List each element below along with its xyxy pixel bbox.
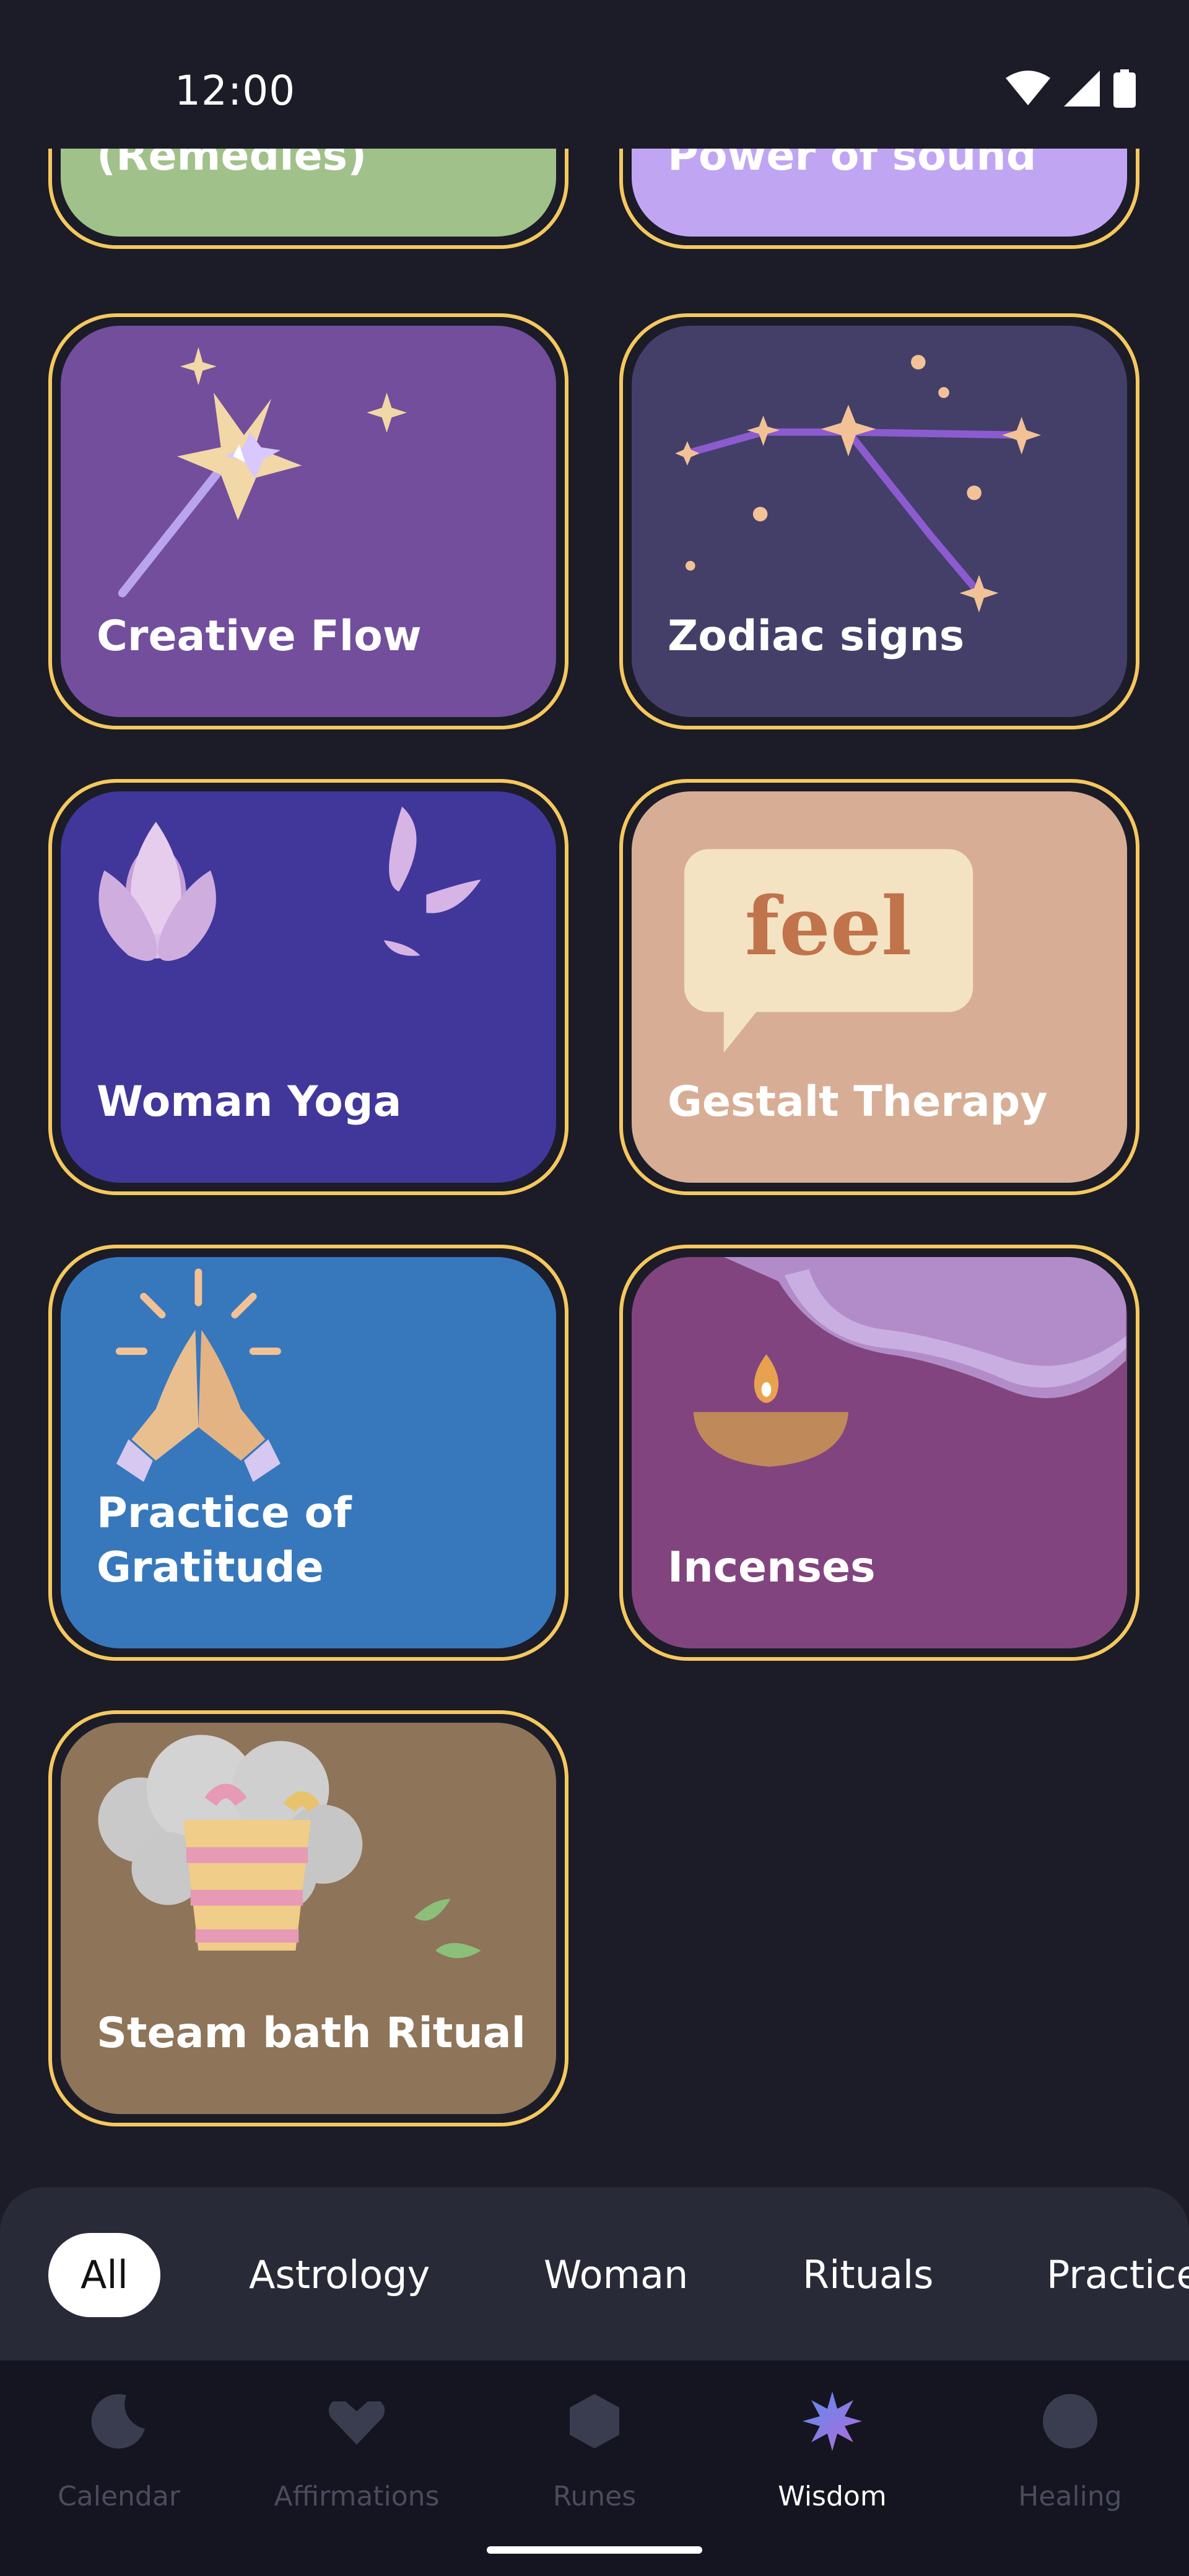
card-title: Woman Yoga bbox=[97, 1077, 402, 1126]
moon-icon bbox=[91, 2394, 145, 2449]
card-creative-flow[interactable]: Creative Flow bbox=[48, 313, 568, 729]
card-woman-yoga[interactable]: Woman Yoga bbox=[48, 779, 568, 1195]
card-gestalt-therapy[interactable]: feel Gestalt Therapy bbox=[619, 779, 1139, 1195]
bottom-navigation: Calendar Affirmations Runes Wisdom Heali… bbox=[0, 2361, 1189, 2576]
card-title: Zodiac signs bbox=[668, 612, 965, 661]
nav-item-wisdom[interactable]: Wisdom bbox=[713, 2390, 951, 2512]
filter-chip-woman[interactable]: Woman bbox=[544, 2233, 688, 2317]
wifi-icon bbox=[1006, 71, 1050, 105]
card-title: Practice of Gratitude bbox=[97, 1489, 352, 1592]
card-steam-bath-ritual[interactable]: Steam bath Ritual bbox=[48, 1710, 568, 2126]
nav-label: Wisdom bbox=[778, 2481, 887, 2512]
nav-item-runes[interactable]: Runes bbox=[476, 2390, 713, 2512]
filter-chip-all[interactable]: All bbox=[48, 2233, 160, 2317]
card-incenses[interactable]: Incenses bbox=[619, 1245, 1139, 1661]
card-title: Creative Flow bbox=[97, 612, 422, 661]
home-indicator[interactable] bbox=[487, 2546, 702, 2554]
nav-label: Runes bbox=[552, 2481, 637, 2512]
star-burst-icon bbox=[803, 2391, 862, 2451]
category-filter-bar: All Astrology Woman Rituals Practice bbox=[0, 2187, 1189, 2361]
nav-label: Healing bbox=[1018, 2481, 1122, 2512]
cards-grid: (Remedies) Power of sound Creative Flow bbox=[0, 0, 1189, 2143]
signal-icon bbox=[1064, 71, 1100, 107]
card-title: Incenses bbox=[668, 1543, 876, 1592]
feel-text: feel bbox=[745, 879, 912, 973]
card-title: Gestalt Therapy bbox=[668, 1077, 1048, 1126]
nav-label: Affirmations bbox=[274, 2481, 440, 2512]
battery-icon bbox=[1113, 69, 1136, 108]
status-time: 12:00 bbox=[175, 67, 296, 115]
nav-item-healing[interactable]: Healing bbox=[951, 2390, 1189, 2512]
card-title: Steam bath Ritual bbox=[97, 2009, 526, 2058]
nav-label: Calendar bbox=[58, 2481, 180, 2512]
circle-icon bbox=[1043, 2394, 1097, 2448]
card-zodiac-signs[interactable]: Zodiac signs bbox=[619, 313, 1139, 729]
status-bar: 12:00 bbox=[0, 0, 1189, 149]
heart-icon bbox=[328, 2401, 385, 2445]
hexagon-icon bbox=[570, 2394, 619, 2448]
card-practice-of-gratitude[interactable]: Practice of Gratitude bbox=[48, 1245, 568, 1661]
nav-item-affirmations[interactable]: Affirmations bbox=[238, 2390, 476, 2512]
status-icons bbox=[1006, 69, 1136, 108]
nav-item-calendar[interactable]: Calendar bbox=[0, 2390, 238, 2512]
filter-chip-rituals[interactable]: Rituals bbox=[803, 2233, 933, 2317]
filter-chip-practice[interactable]: Practice bbox=[1047, 2233, 1189, 2317]
filter-chip-astrology[interactable]: Astrology bbox=[249, 2233, 430, 2317]
